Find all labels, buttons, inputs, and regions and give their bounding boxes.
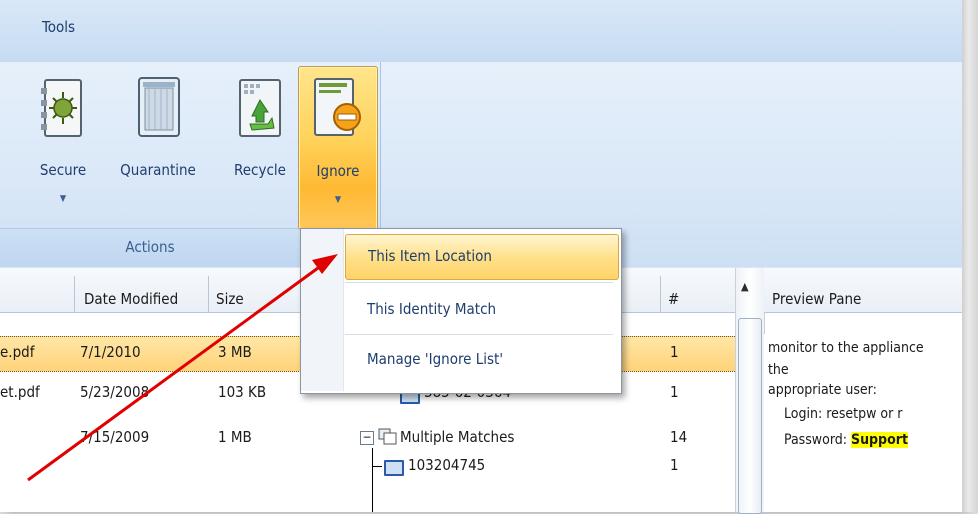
annotation-arrow-icon <box>27 254 338 482</box>
